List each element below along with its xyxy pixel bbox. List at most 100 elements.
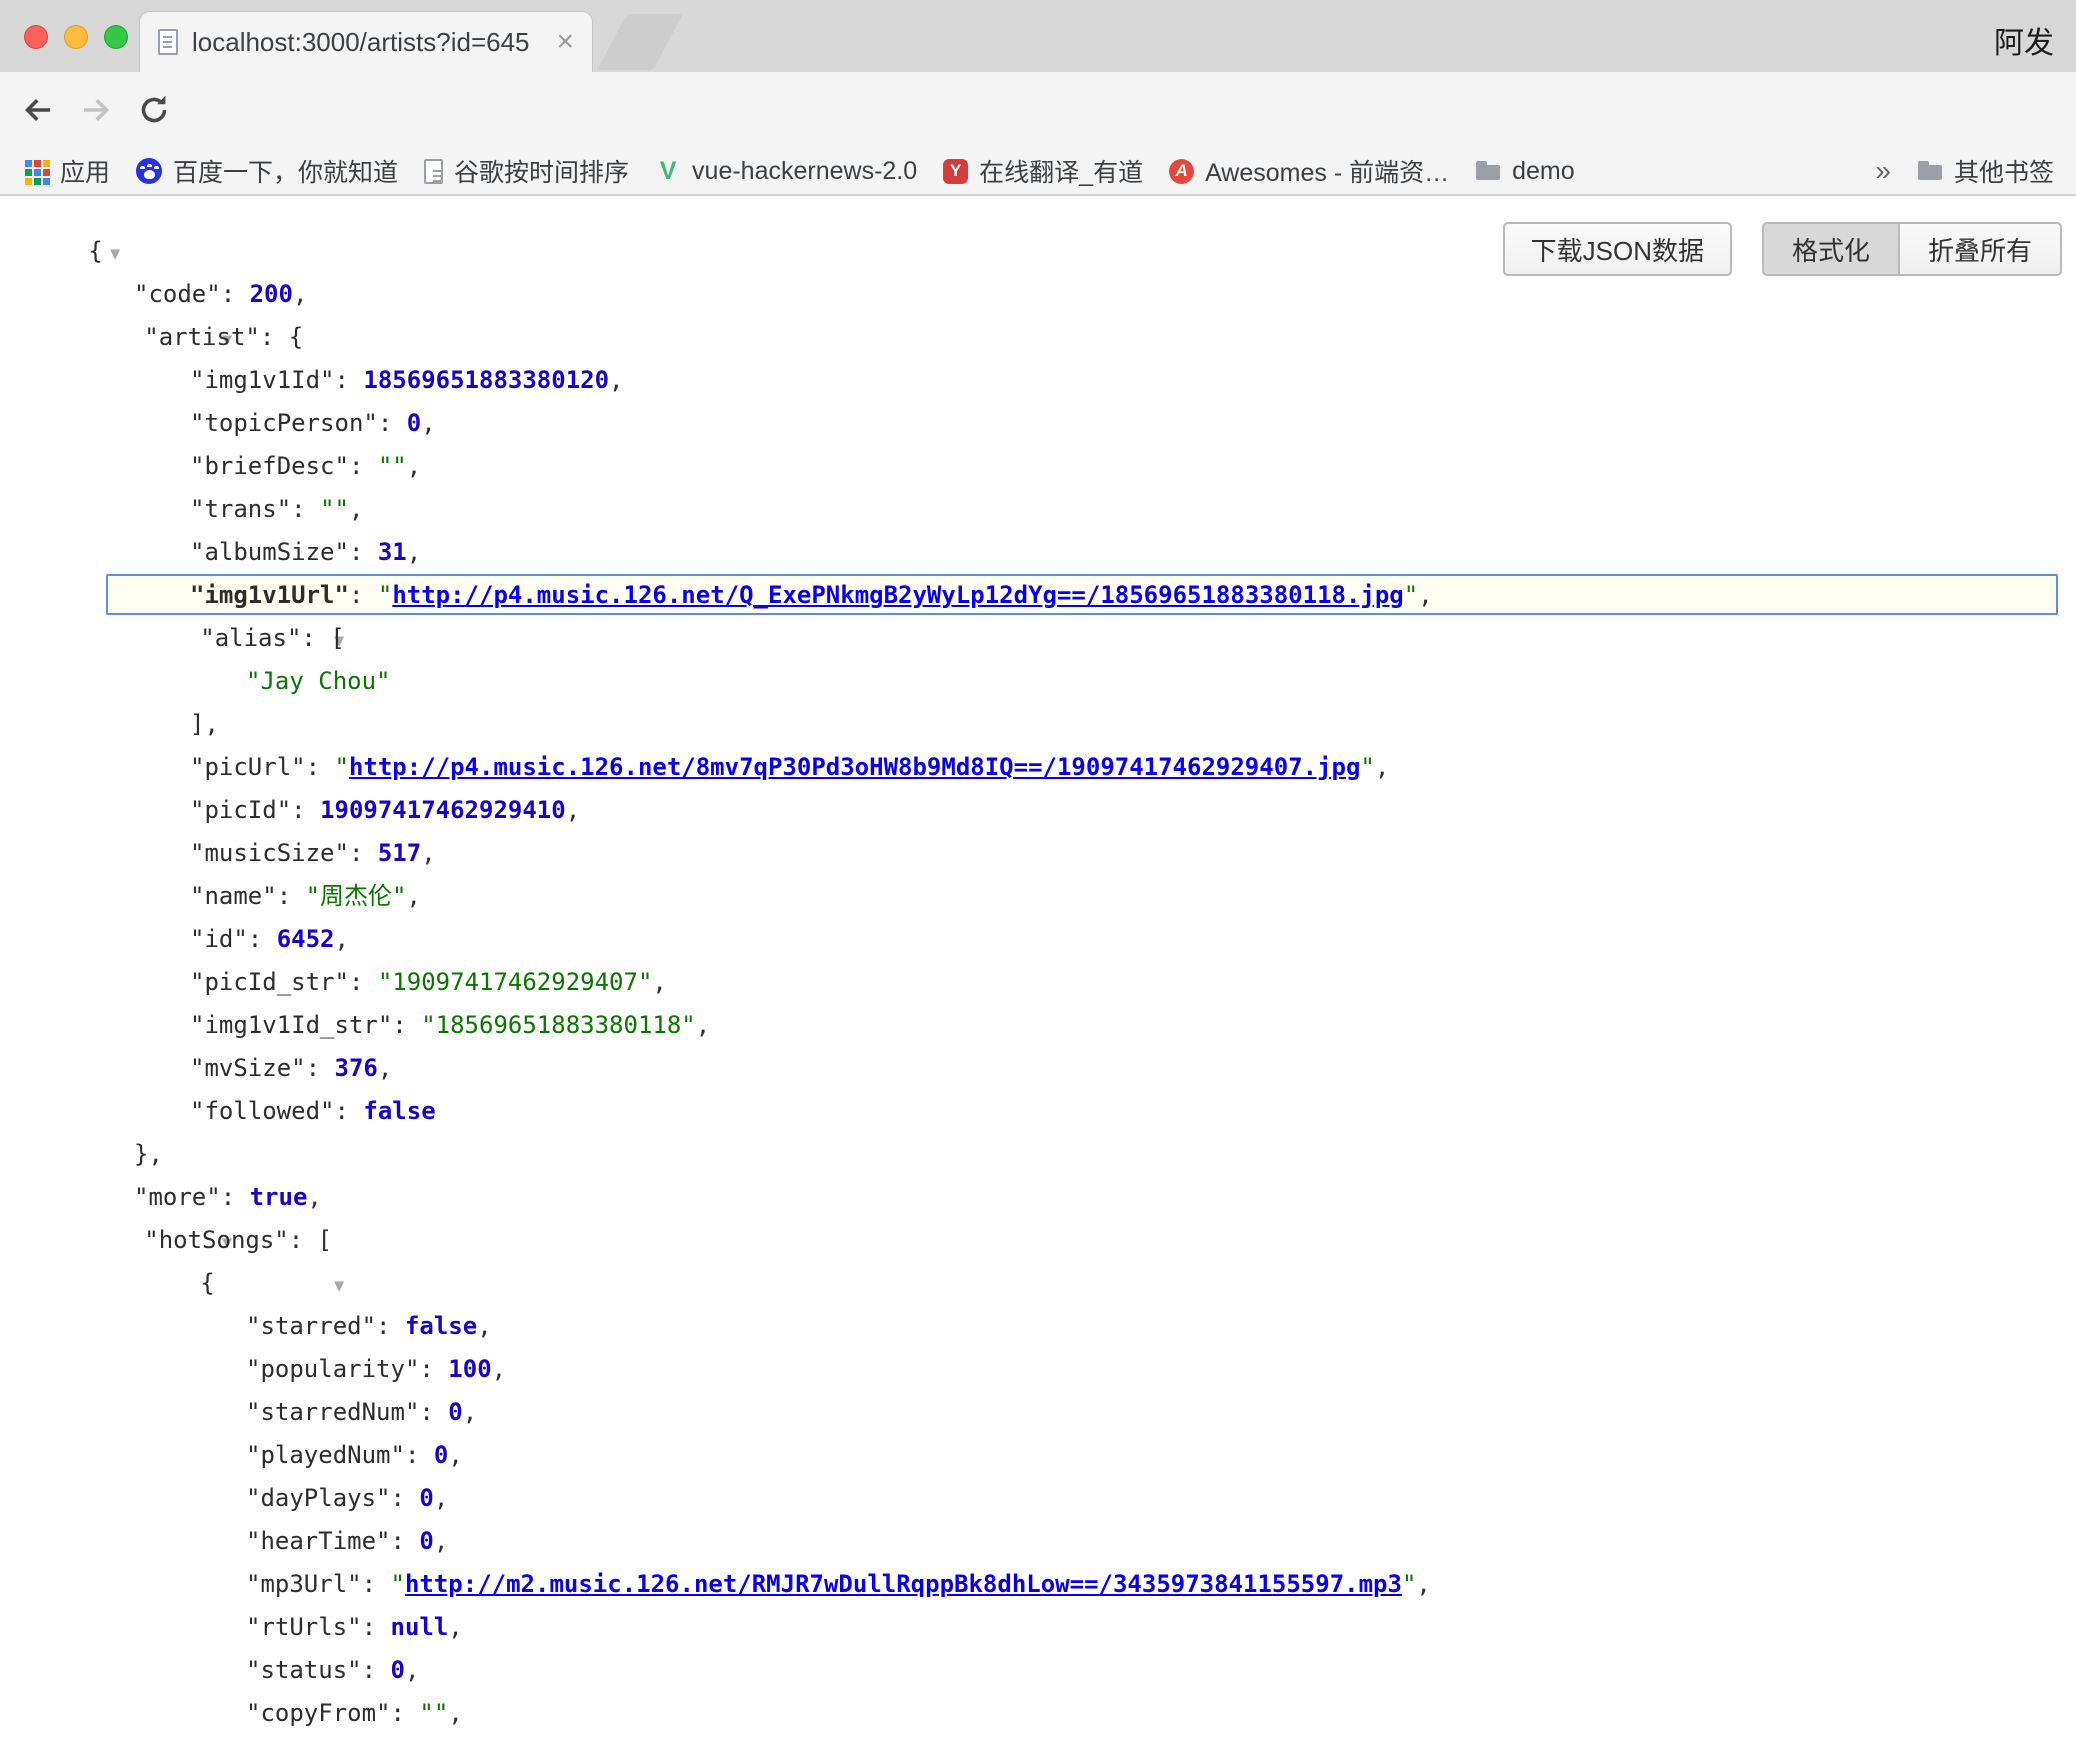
json-token: : [349, 839, 378, 867]
minimize-window-button[interactable] [64, 25, 88, 49]
close-window-button[interactable] [24, 25, 48, 49]
json-token: : [391, 1527, 420, 1555]
other-bookmarks-button[interactable]: 其他书签 [1905, 153, 2066, 189]
bookmark-google-sort[interactable]: 谷歌按时间排序 [411, 151, 642, 191]
json-token: "briefDesc" [190, 452, 349, 480]
json-line: "status": 0, [0, 1649, 2076, 1692]
json-url-link[interactable]: http://p4.music.126.net/Q_ExePNkmgB2yWyL… [392, 581, 1403, 609]
json-token: "starred" [246, 1312, 376, 1340]
bookmark-label: vue-hackernews-2.0 [692, 157, 917, 186]
json-token: 31 [378, 538, 407, 566]
json-token: : [248, 925, 277, 953]
json-token: , [349, 495, 363, 523]
json-token: "topicPerson" [190, 409, 378, 437]
json-token: "playedNum" [246, 1441, 405, 1469]
json-token: " [335, 753, 349, 781]
json-token: : [405, 1441, 434, 1469]
profile-name[interactable]: 阿发 [1994, 18, 2054, 62]
other-bookmarks-label: 其他书签 [1954, 153, 2054, 189]
collapse-toggle-icon[interactable]: ▼ [334, 1276, 344, 1296]
json-token: , [696, 1011, 710, 1039]
new-tab-button[interactable] [597, 14, 683, 70]
json-url-link[interactable]: http://p4.music.126.net/8mv7qP30Pd3oHW8b… [349, 753, 1360, 781]
browser-toolbar: i localhost:3000/artists?id=6452 VenFE▶▦… [0, 72, 2076, 148]
json-line: "starred": false, [0, 1305, 2076, 1348]
youdao-icon: Y [943, 159, 968, 184]
json-token: 19097417462929410 [320, 796, 566, 824]
json-token: "dayPlays" [246, 1484, 391, 1512]
bookmark-awesomes[interactable]: AAwesomes - 前端资… [1156, 151, 1462, 191]
json-token: : [349, 452, 378, 480]
json-token: 200 [250, 280, 293, 308]
json-token: , [407, 882, 421, 910]
json-token: "hotSongs" [144, 1226, 289, 1254]
json-token: "hearTime" [246, 1527, 391, 1555]
json-line: }, [0, 1133, 2076, 1176]
reload-button[interactable] [134, 90, 174, 130]
json-token: 100 [448, 1355, 491, 1383]
folder-icon [1475, 158, 1501, 184]
json-token: "" [378, 452, 407, 480]
bookmark-apps[interactable]: 应用 [10, 151, 123, 191]
json-line: "Jay Chou" [0, 660, 2076, 703]
json-token: , [1416, 1570, 1430, 1598]
collapse-toggle-icon[interactable]: ▼ [110, 244, 120, 264]
json-token: }, [134, 1140, 163, 1168]
json-token: "artist" [144, 323, 260, 351]
apps-icon [23, 158, 49, 184]
json-token: 0 [419, 1484, 433, 1512]
back-button[interactable] [18, 90, 58, 130]
window-controls [24, 25, 128, 49]
tab-close-icon[interactable]: × [556, 27, 574, 57]
json-token: , [652, 968, 666, 996]
back-arrow-icon [20, 92, 56, 128]
json-token: " [378, 581, 392, 609]
json-token: , [448, 1441, 462, 1469]
json-line: "topicPerson": 0, [0, 402, 2076, 445]
bookmark-demo[interactable]: demo [1462, 151, 1588, 191]
json-token: { [200, 1269, 214, 1297]
browser-window: localhost:3000/artists?id=645 × 阿发 i loc… [0, 0, 2076, 1754]
page-favicon-icon [158, 29, 178, 55]
json-line: "picId": 19097417462929410, [0, 789, 2076, 832]
bookmarks-overflow-chevron[interactable]: » [1861, 155, 1905, 187]
json-line: ▼"hotSongs": [ [0, 1219, 2076, 1262]
json-token: null [391, 1613, 449, 1641]
json-token: "Jay Chou" [246, 667, 391, 695]
bookmark-youdao-translate[interactable]: Y在线翻译_有道 [930, 151, 1156, 191]
json-line: "hearTime": 0, [0, 1520, 2076, 1563]
json-line: "picId_str": "19097417462929407", [0, 961, 2076, 1004]
json-token: : [349, 538, 378, 566]
zoom-window-button[interactable] [104, 25, 128, 49]
bookmark-vue-hackernews[interactable]: Vvue-hackernews-2.0 [642, 151, 930, 191]
bookmark-baidu[interactable]: 百度一下，你就知道 [123, 151, 411, 191]
json-token: 0 [407, 409, 421, 437]
json-token: : [221, 280, 250, 308]
json-token: , [293, 280, 307, 308]
json-token: [ [318, 1226, 332, 1254]
json-token: "" [419, 1699, 448, 1727]
json-token: ], [190, 710, 219, 738]
json-token: 6452 [277, 925, 335, 953]
json-token: "musicSize" [190, 839, 349, 867]
json-line: ▼{ [0, 1262, 2076, 1305]
json-token: "popularity" [246, 1355, 419, 1383]
json-line: ▼"alias": [ [0, 617, 2076, 660]
json-token: , [405, 1656, 419, 1684]
json-token: : [362, 1570, 391, 1598]
json-line-highlighted: "img1v1Url": "http://p4.music.126.net/Q_… [0, 574, 2076, 617]
json-line: "albumSize": 31, [0, 531, 2076, 574]
json-url-link[interactable]: http://m2.music.126.net/RMJR7wDullRqppBk… [405, 1570, 1402, 1598]
json-token: , [463, 1398, 477, 1426]
forward-button[interactable] [76, 90, 116, 130]
json-line: "playedNum": 0, [0, 1434, 2076, 1477]
json-token: 517 [378, 839, 421, 867]
json-token: , [378, 1054, 392, 1082]
json-token: { [88, 237, 102, 265]
json-token: : [221, 1183, 250, 1211]
json-token: "mvSize" [190, 1054, 306, 1082]
json-token: : [289, 1226, 318, 1254]
json-line: ], [0, 703, 2076, 746]
json-token: : [392, 1011, 421, 1039]
browser-tab[interactable]: localhost:3000/artists?id=645 × [140, 12, 592, 72]
